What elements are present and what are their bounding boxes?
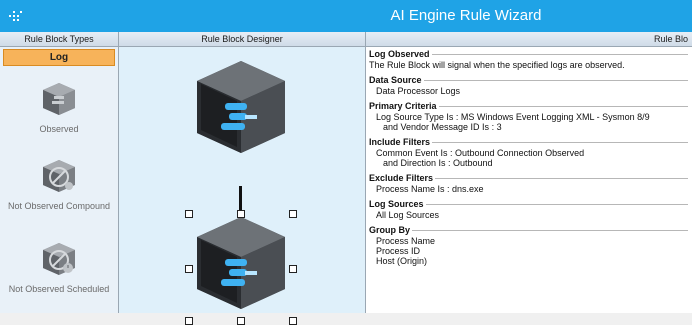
section-include-filters: Include Filters Common Event Is : Outbou… xyxy=(369,137,688,168)
selection-handle[interactable] xyxy=(185,317,193,325)
rule-block-cube-icon[interactable] xyxy=(191,57,291,157)
rule-block-designer-header: Rule Block Designer xyxy=(119,32,365,47)
section-title: Log Sources xyxy=(369,199,426,209)
section-title: Log Observed xyxy=(369,49,432,59)
selection-handle[interactable] xyxy=(289,317,297,325)
section-title: Group By xyxy=(369,225,413,235)
selection-handle[interactable] xyxy=(289,265,297,273)
section-line: Common Event Is : Outbound Connection Ob… xyxy=(376,148,585,158)
section-line: Process Name xyxy=(376,236,436,246)
section-line: and Vendor Message ID Is : 3 xyxy=(383,122,502,132)
block-type-not-observed-scheduled[interactable]: Not Observed Scheduled xyxy=(0,240,118,294)
rule-block-designer-panel: Rule Block Designer xyxy=(119,32,366,325)
block-type-label: Observed xyxy=(39,124,79,134)
section-title: Primary Criteria xyxy=(369,101,439,111)
section-exclude-filters: Exclude Filters Process Name Is : dns.ex… xyxy=(369,173,688,194)
tab-log[interactable]: Log xyxy=(3,49,115,66)
section-line: Log Source Type Is : MS Windows Event Lo… xyxy=(376,112,650,122)
selection-handle[interactable] xyxy=(289,210,297,218)
section-log-observed: Log Observed The Rule Block will signal … xyxy=(369,49,688,70)
connector-line xyxy=(239,186,242,212)
section-line: Host (Origin) xyxy=(376,256,428,266)
cube-not-observed-compound-icon xyxy=(43,160,75,192)
cube-not-observed-scheduled-icon xyxy=(43,243,75,275)
cube-observed-icon xyxy=(43,83,75,115)
rule-block-cube-icon-selected[interactable] xyxy=(191,213,291,313)
section-line: All Log Sources xyxy=(376,210,440,220)
block-type-observed[interactable]: Observed xyxy=(0,80,118,134)
properties-body: Log Observed The Rule Block will signal … xyxy=(366,47,692,266)
selection-handle[interactable] xyxy=(185,265,193,273)
rule-block-types-panel: Rule Block Types Log Observed Not Observ… xyxy=(0,32,119,313)
title-bar: AI Engine Rule Wizard xyxy=(0,0,692,32)
designer-canvas[interactable] xyxy=(119,47,365,325)
section-line: Process Name Is : dns.exe xyxy=(376,184,484,194)
section-title: Exclude Filters xyxy=(369,173,436,183)
section-line: Data Processor Logs xyxy=(376,86,461,96)
block-type-not-observed-compound[interactable]: Not Observed Compound xyxy=(0,157,118,211)
section-group-by: Group By Process Name Process ID Host (O… xyxy=(369,225,688,266)
selection-handle[interactable] xyxy=(237,317,245,325)
selection-handle[interactable] xyxy=(237,210,245,218)
rule-block-types-header: Rule Block Types xyxy=(0,32,118,47)
section-line: and Direction Is : Outbound xyxy=(383,158,493,168)
section-line: Process ID xyxy=(376,246,421,256)
rule-block-properties-header: Rule Blo xyxy=(366,32,692,47)
rule-block-properties-panel: Rule Blo Log Observed The Rule Block wil… xyxy=(366,32,692,313)
block-type-label: Not Observed Compound xyxy=(7,201,111,211)
selection-handle[interactable] xyxy=(185,210,193,218)
block-type-label: Not Observed Scheduled xyxy=(8,284,110,294)
window-title: AI Engine Rule Wizard xyxy=(390,7,542,24)
section-line: The Rule Block will signal when the spec… xyxy=(369,60,625,70)
section-title: Data Source xyxy=(369,75,424,85)
section-primary-criteria: Primary Criteria Log Source Type Is : MS… xyxy=(369,101,688,132)
section-data-source: Data Source Data Processor Logs xyxy=(369,75,688,96)
section-log-sources: Log Sources All Log Sources xyxy=(369,199,688,220)
section-title: Include Filters xyxy=(369,137,433,147)
